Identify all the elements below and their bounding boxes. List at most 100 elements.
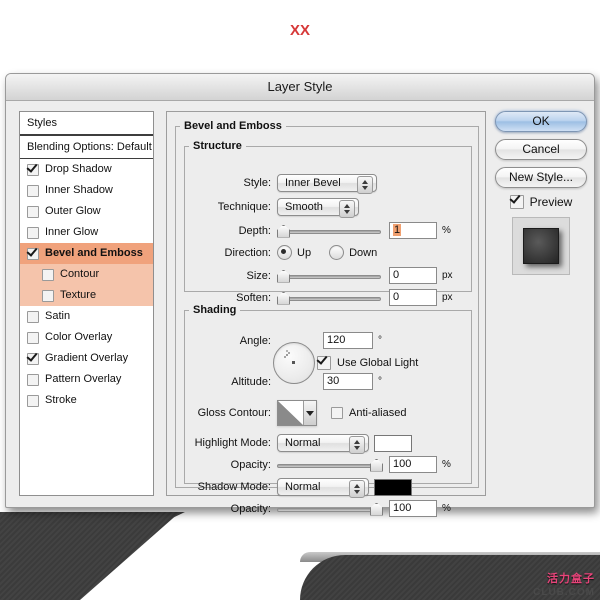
angle-unit: ° <box>378 335 382 346</box>
effect-checkbox[interactable] <box>27 163 39 176</box>
effect-label: Texture <box>60 289 97 301</box>
effect-row-inner-shadow[interactable]: Inner Shadow <box>20 180 153 201</box>
screenshot-root: XX 活力盒子 CLUB.COM Layer Style Styles Blen… <box>0 0 600 600</box>
structure-group-title: Structure <box>193 140 242 152</box>
chevron-down-icon[interactable] <box>303 401 316 425</box>
effect-label: Contour <box>60 268 100 280</box>
cancel-button[interactable]: Cancel <box>495 139 587 160</box>
effect-row-bevel-and-emboss[interactable]: Bevel and Emboss <box>20 243 153 264</box>
soften-slider-track <box>277 296 381 301</box>
watermark-subtext: CLUB.COM <box>533 587 595 598</box>
highlight-mode-value: Normal <box>285 437 321 449</box>
shadow-color-swatch[interactable] <box>374 478 412 496</box>
effect-checkbox[interactable] <box>27 226 39 239</box>
highlight-opacity-unit: % <box>442 459 451 470</box>
preview-thumbnail-shape <box>523 228 559 264</box>
size-slider[interactable] <box>277 269 381 283</box>
anti-aliased-checkbox[interactable] <box>331 407 343 419</box>
altitude-unit: ° <box>378 376 382 387</box>
dialog-body: Styles Blending Options: Default Drop Sh… <box>6 101 594 517</box>
new-style-button[interactable]: New Style... <box>495 167 587 188</box>
shading-group-title: Shading <box>193 304 237 316</box>
preview-toggle-row[interactable]: Preview <box>495 195 587 209</box>
bevel-emboss-group: Bevel and Emboss Structure Style: Inner … <box>175 120 479 517</box>
use-global-light-row[interactable]: Use Global Light <box>317 356 418 370</box>
effect-row-drop-shadow[interactable]: Drop Shadow <box>20 159 153 180</box>
technique-select[interactable]: Smooth <box>277 198 359 218</box>
layer-style-dialog: Layer Style Styles Blending Options: Def… <box>5 73 595 517</box>
technique-row: Technique: Smooth <box>185 198 359 218</box>
effect-row-satin[interactable]: Satin <box>20 306 153 327</box>
angle-input[interactable]: 120 <box>323 332 373 349</box>
preview-checkbox[interactable] <box>509 195 524 209</box>
effect-label: Gradient Overlay <box>45 352 129 364</box>
effect-row-stroke[interactable]: Stroke <box>20 390 153 411</box>
effect-checkbox[interactable] <box>42 268 54 281</box>
effect-row-texture[interactable]: Texture <box>20 285 153 306</box>
shadow-opacity-slider[interactable] <box>277 502 383 516</box>
highlight-opacity-thumb[interactable] <box>370 458 383 472</box>
effect-checkbox[interactable] <box>27 205 39 218</box>
soften-slider-thumb[interactable] <box>277 291 290 305</box>
angle-dial-center-icon <box>292 361 295 364</box>
styles-header[interactable]: Styles <box>20 112 153 136</box>
soften-slider[interactable] <box>277 291 381 305</box>
altitude-input[interactable]: 30 <box>323 373 373 390</box>
ok-button[interactable]: OK <box>495 111 587 132</box>
soften-unit: px <box>442 292 453 303</box>
depth-input[interactable]: 1 <box>389 222 437 239</box>
angle-label: Angle: <box>239 334 271 347</box>
size-unit: px <box>442 270 453 281</box>
effect-row-inner-glow[interactable]: Inner Glow <box>20 222 153 243</box>
gloss-contour-picker[interactable] <box>277 400 317 426</box>
effect-row-outer-glow[interactable]: Outer Glow <box>20 201 153 222</box>
effect-checkbox[interactable] <box>27 394 39 407</box>
shadow-opacity-unit: % <box>442 503 451 514</box>
effect-checkbox[interactable] <box>27 247 39 260</box>
effect-row-contour[interactable]: Contour <box>20 264 153 285</box>
size-slider-thumb[interactable] <box>277 269 290 283</box>
shadow-opacity-input[interactable]: 100 <box>389 500 437 517</box>
effect-row-pattern-overlay[interactable]: Pattern Overlay <box>20 369 153 390</box>
stepper-arrows-icon <box>339 200 355 218</box>
effect-row-color-overlay[interactable]: Color Overlay <box>20 327 153 348</box>
effect-checkbox[interactable] <box>27 184 39 197</box>
effect-checkbox[interactable] <box>42 289 54 302</box>
shadow-mode-select[interactable]: Normal <box>277 478 369 498</box>
soften-label: Soften: <box>236 291 271 304</box>
stepper-arrows-icon <box>357 176 373 194</box>
highlight-mode-select[interactable]: Normal <box>277 434 369 454</box>
effect-label: Inner Shadow <box>45 184 113 196</box>
direction-down-radio[interactable] <box>329 245 345 260</box>
highlight-opacity-input[interactable]: 100 <box>389 456 437 473</box>
effect-label: Drop Shadow <box>45 163 112 175</box>
anti-aliased-label: Anti-aliased <box>349 407 407 419</box>
bevel-emboss-group-title: Bevel and Emboss <box>184 120 282 132</box>
effect-checkbox[interactable] <box>27 310 39 323</box>
size-input[interactable]: 0 <box>389 267 437 284</box>
effect-checkbox[interactable] <box>27 331 39 344</box>
style-select[interactable]: Inner Bevel <box>277 174 377 194</box>
style-select-value: Inner Bevel <box>285 177 341 189</box>
depth-label: Depth: <box>238 224 271 237</box>
style-row: Style: Inner Bevel <box>185 174 377 194</box>
highlight-opacity-slider[interactable] <box>277 458 383 472</box>
effect-row-gradient-overlay[interactable]: Gradient Overlay <box>20 348 153 369</box>
depth-slider-thumb[interactable] <box>277 224 290 238</box>
direction-up-radio[interactable] <box>277 245 292 260</box>
direction-down-label[interactable]: Down <box>349 247 377 259</box>
effect-label: Pattern Overlay <box>45 373 122 385</box>
gloss-contour-label: Gloss Contour: <box>197 407 271 419</box>
stepper-arrows-icon <box>349 480 365 498</box>
direction-up-label[interactable]: Up <box>297 247 311 259</box>
effect-checkbox[interactable] <box>27 373 39 386</box>
depth-slider[interactable] <box>277 224 381 238</box>
blending-options-row[interactable]: Blending Options: Default <box>20 136 153 159</box>
use-global-light-checkbox[interactable] <box>317 356 331 370</box>
highlight-color-swatch[interactable] <box>374 434 412 452</box>
angle-dial-pointer-icon <box>286 354 288 356</box>
shadow-opacity-thumb[interactable] <box>370 502 383 516</box>
effect-checkbox[interactable] <box>27 352 39 365</box>
bevel-emboss-pane: Bevel and Emboss Structure Style: Inner … <box>166 111 486 517</box>
background-shape-left-2 <box>0 512 180 600</box>
